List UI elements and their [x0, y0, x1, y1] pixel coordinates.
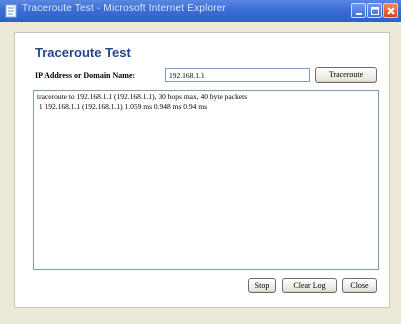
ip-address-input[interactable]	[165, 68, 310, 82]
minimize-button[interactable]	[351, 3, 366, 18]
ie-page-icon	[4, 4, 18, 18]
maximize-button[interactable]	[367, 3, 382, 18]
clear-log-button[interactable]: Clear Log	[282, 278, 337, 293]
window-titlebar[interactable]: Traceroute Test - Microsoft Internet Exp…	[0, 0, 401, 22]
traceroute-button[interactable]: Traceroute	[315, 67, 377, 83]
minimize-icon	[356, 13, 362, 15]
traceroute-log[interactable]: traceroute to 192.168.1.1 (192.168.1.1),…	[33, 90, 379, 270]
content-panel: Traceroute Test IP Address or Domain Nam…	[14, 32, 390, 308]
window-body: Traceroute Test IP Address or Domain Nam…	[0, 22, 401, 324]
close-window-button[interactable]	[383, 3, 398, 18]
page-title: Traceroute Test	[35, 45, 131, 60]
window-title: Traceroute Test - Microsoft Internet Exp…	[22, 3, 227, 14]
close-button[interactable]: Close	[342, 278, 377, 293]
close-icon	[387, 7, 395, 15]
maximize-icon	[371, 7, 379, 15]
stop-button[interactable]: Stop	[248, 278, 276, 293]
ip-address-label: IP Address or Domain Name:	[35, 71, 136, 80]
